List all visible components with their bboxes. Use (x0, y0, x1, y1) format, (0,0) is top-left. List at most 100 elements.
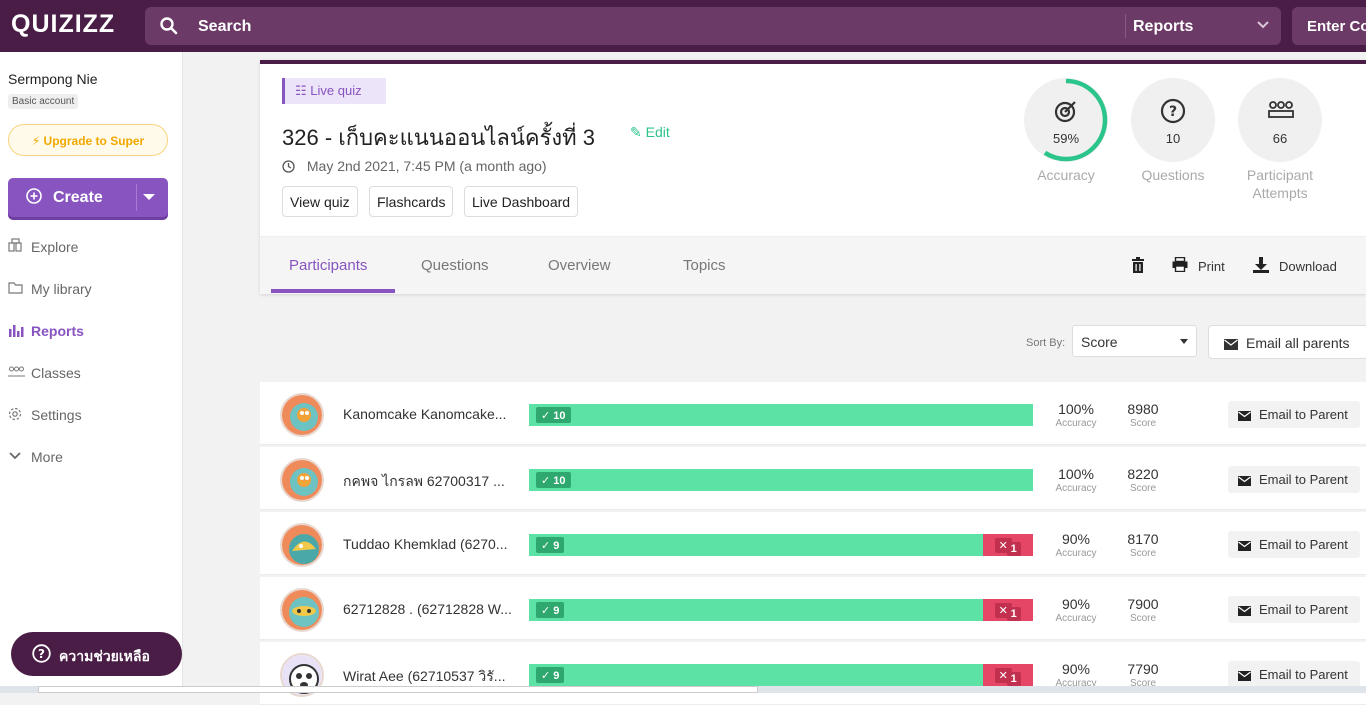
tab-participants[interactable]: Participants (289, 257, 367, 274)
avatar (280, 458, 324, 502)
help-label: ความช่วยเหลือ (59, 648, 150, 664)
email-to-parent-button[interactable]: Email to Parent (1228, 401, 1360, 428)
quiz-title: 326 - เก็บคะแนนออนไลน์ครั้งที่ 3 (282, 125, 596, 150)
explore-icon (8, 238, 26, 256)
folder-icon (8, 281, 26, 297)
participant-name[interactable]: 62712828 . (62712828 W... (343, 601, 515, 617)
sidebar-item-my-library[interactable]: My library (8, 278, 92, 300)
sidebar-item-label: Settings (31, 407, 82, 423)
score-cell: 8170 Score (1120, 531, 1166, 559)
tab-overview[interactable]: Overview (548, 257, 611, 274)
view-quiz-button[interactable]: View quiz (282, 186, 358, 217)
participant-row[interactable]: Kanomcake Kanomcake... ✓ 10 100% Accuracy… (260, 382, 1366, 445)
sidebar-item-label: Classes (31, 365, 81, 381)
accuracy-value: 90% (1061, 596, 1091, 612)
email-to-parent-button[interactable]: Email to Parent (1228, 466, 1360, 493)
accuracy-cell: 100% Accuracy (1046, 401, 1106, 429)
search-input[interactable]: Search (198, 18, 251, 36)
envelope-icon (1238, 537, 1259, 552)
report-header-card: ☷ Live quiz 326 - เก็บคะแนนออนไลน์ครั้งท… (260, 60, 1366, 294)
envelope-icon (1238, 472, 1259, 487)
score-cell: 7790 Score (1120, 661, 1166, 689)
search-scope-select[interactable]: Reports (1133, 18, 1193, 36)
score-caption: Score (1129, 613, 1157, 624)
flashcards-button[interactable]: Flashcards (369, 186, 454, 217)
answer-bar: ✓ 10 (529, 404, 1033, 426)
incorrect-count-badge: ✕ 1 (994, 538, 1021, 556)
answer-bar: ✓ 9 ✕ 1 (529, 599, 1033, 621)
sort-select[interactable]: Score (1072, 325, 1197, 357)
search-bar[interactable]: Search Reports (145, 7, 1281, 45)
edit-label: Edit (645, 124, 670, 140)
accuracy-cell: 90% Accuracy (1046, 661, 1106, 689)
incorrect-count: 1 (1006, 672, 1021, 686)
email-to-parent-button[interactable]: Email to Parent (1228, 661, 1360, 688)
avatar (280, 393, 324, 437)
upgrade-label: Upgrade to Super (43, 134, 145, 148)
sidebar-item-label: More (31, 449, 63, 465)
participant-row[interactable]: 62712828 . (62712828 W... ✓ 9 ✕ 1 90% Acc… (260, 577, 1366, 640)
score-value: 7790 (1127, 661, 1159, 677)
caret-down-icon (1180, 339, 1188, 344)
gear-icon (8, 407, 26, 424)
score-value: 8170 (1127, 531, 1159, 547)
email-to-parent-label: Email to Parent (1259, 667, 1348, 682)
email-to-parent-label: Email to Parent (1259, 407, 1348, 422)
sidebar-item-settings[interactable]: Settings (8, 404, 82, 426)
delete-button[interactable] (1131, 257, 1155, 276)
participant-name[interactable]: Wirat Aee (62710537 วิรั... (343, 666, 515, 688)
help-button[interactable]: ? ความช่วยเหลือ (11, 632, 182, 676)
user-name[interactable]: Sermpong Nie (8, 71, 98, 87)
participant-name[interactable]: กคพจ ไกรลพ 62700317 ... (343, 471, 515, 493)
plus-circle-icon (26, 188, 42, 209)
quiz-date: May 2nd 2021, 7:45 PM (a month ago) (282, 158, 547, 174)
print-button[interactable]: Print (1172, 256, 1225, 275)
attempts-label-line1: Participant (1246, 167, 1314, 183)
participant-row[interactable]: กคพจ ไกรลพ 62700317 ... ✓ 10 100% Accurac… (260, 447, 1366, 510)
sidebar-item-more[interactable]: More (8, 446, 63, 468)
accuracy-value: 59% (1052, 131, 1080, 146)
search-icon (160, 17, 178, 40)
edit-button[interactable]: ✎ Edit (630, 124, 670, 141)
quizizz-logo[interactable]: QUIZIZZ (11, 10, 115, 39)
attempts-circle: 66 (1238, 78, 1322, 162)
incorrect-count: 1 (1006, 542, 1021, 556)
tab-topics[interactable]: Topics (683, 257, 726, 274)
participant-row[interactable]: Wirat Aee (62710537 วิรั... ✓ 9 ✕ 1 90% A… (260, 642, 1366, 705)
incorrect-count-badge: ✕ 1 (994, 668, 1021, 686)
attempts-label-line2: Attempts (1252, 185, 1308, 201)
score-caption: Score (1129, 483, 1157, 494)
email-all-parents-button[interactable]: Email all parents (1208, 325, 1366, 359)
email-to-parent-button[interactable]: Email to Parent (1228, 531, 1360, 558)
target-icon (1053, 98, 1079, 129)
download-button[interactable]: Download (1253, 257, 1337, 276)
participant-row[interactable]: Tuddao Khemklad (6270... ✓ 9 ✕ 1 90% Accu… (260, 512, 1366, 575)
live-dashboard-button[interactable]: Live Dashboard (464, 186, 579, 217)
sidebar-item-explore[interactable]: Explore (8, 236, 78, 258)
live-quiz-badge: ☷ Live quiz (282, 78, 386, 104)
upgrade-button[interactable]: ⚡ Upgrade to Super (8, 124, 168, 156)
lightning-icon: ⚡ (31, 134, 44, 148)
attempts-stat: 66 Participant Attempts (1237, 78, 1323, 202)
chevron-down-icon[interactable] (1255, 17, 1271, 38)
incorrect-count-badge: ✕ 1 (994, 603, 1021, 621)
classes-icon (8, 365, 26, 381)
sidebar-item-classes[interactable]: Classes (8, 362, 81, 384)
tab-questions[interactable]: Questions (421, 257, 489, 274)
correct-count-badge: ✓ 9 (536, 667, 565, 683)
create-button[interactable]: Create (8, 178, 168, 217)
score-cell: 7900 Score (1120, 596, 1166, 624)
accuracy-value: 100% (1058, 401, 1094, 417)
participant-name[interactable]: Tuddao Khemklad (6270... (343, 536, 515, 552)
answer-bar: ✓ 9 ✕ 1 (529, 664, 1033, 686)
account-type-badge: Basic account (8, 94, 79, 109)
email-to-parent-button[interactable]: Email to Parent (1228, 596, 1360, 623)
create-divider (136, 184, 137, 211)
participants-icon (1267, 98, 1295, 129)
participant-name[interactable]: Kanomcake Kanomcake... (343, 406, 515, 422)
sidebar-item-reports[interactable]: Reports (8, 320, 84, 342)
create-dropdown-icon[interactable] (143, 194, 155, 200)
accuracy-cell: 90% Accuracy (1046, 596, 1106, 624)
score-caption: Score (1129, 418, 1157, 429)
enter-code-button[interactable]: Enter Code (1292, 7, 1366, 45)
